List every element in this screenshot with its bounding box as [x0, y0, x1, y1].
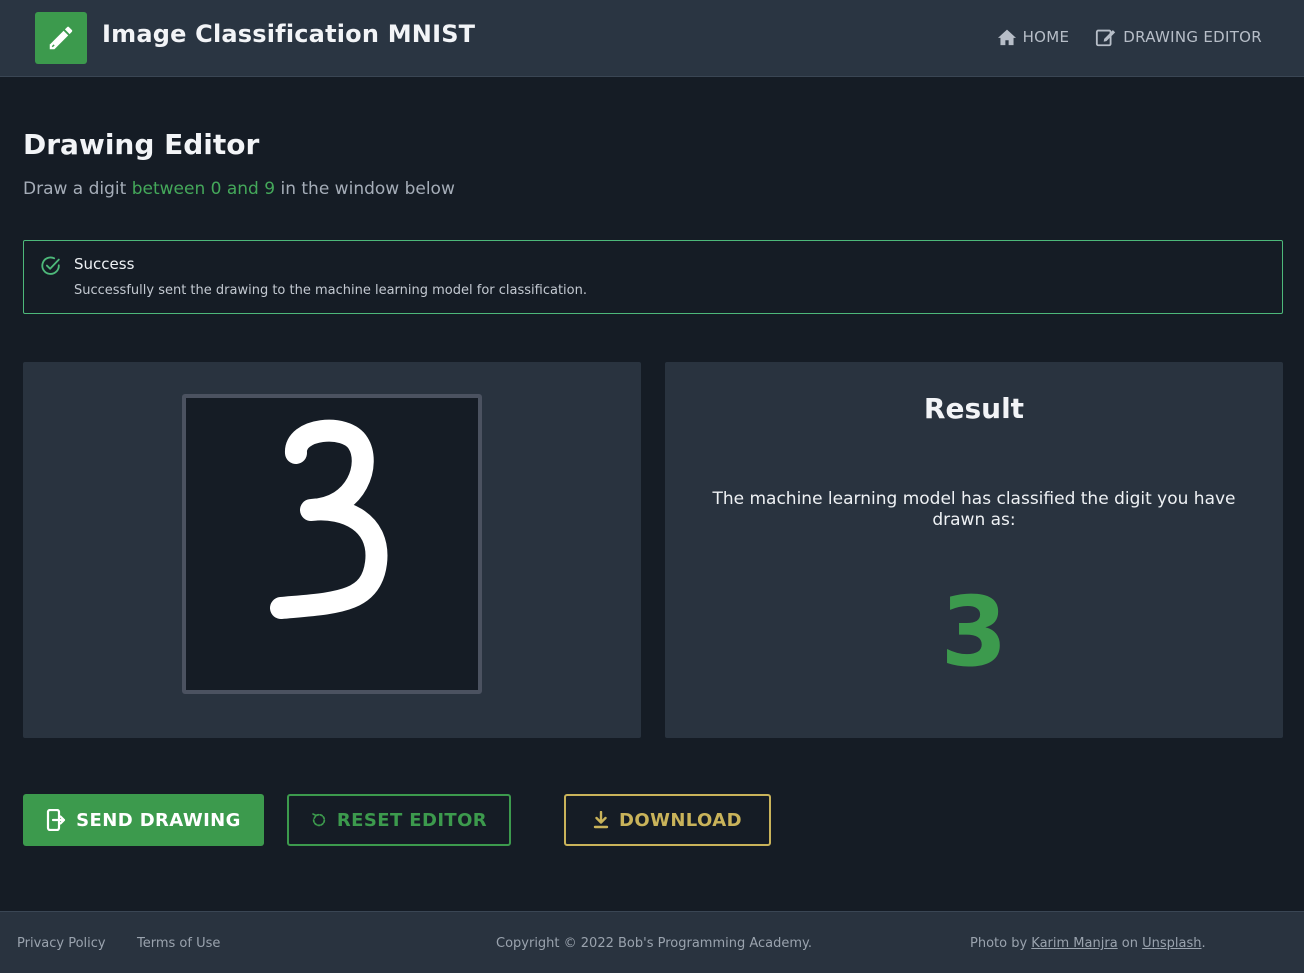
download-button[interactable]: DOWNLOAD	[564, 794, 771, 846]
drawn-digit-stroke	[270, 419, 388, 619]
photo-credit: Photo by Karim Manjra on Unsplash.	[970, 936, 1206, 951]
page-subtitle: Draw a digit between 0 and 9 in the wind…	[23, 179, 455, 199]
nav-drawing-editor-label: DRAWING EDITOR	[1123, 28, 1262, 46]
copyright-text: Copyright © 2022 Bob's Programming Acade…	[496, 936, 813, 951]
reset-editor-button[interactable]: RESET EDITOR	[287, 794, 511, 846]
download-label: DOWNLOAD	[619, 809, 742, 831]
download-icon	[593, 811, 609, 829]
alert-message: Successfully sent the drawing to the mac…	[74, 283, 587, 298]
send-drawing-button[interactable]: SEND DRAWING	[23, 794, 264, 846]
predicted-digit: 3	[940, 576, 1008, 688]
result-description: The machine learning model has classifie…	[712, 489, 1236, 530]
result-panel: Result The machine learning model has cl…	[665, 362, 1283, 738]
unsplash-link[interactable]: Unsplash	[1142, 936, 1201, 951]
subtitle-text-start: Draw a digit	[23, 179, 132, 199]
alert-title: Success	[74, 255, 135, 273]
send-drawing-label: SEND DRAWING	[76, 809, 241, 831]
drawing-canvas[interactable]	[182, 394, 482, 694]
check-circle-icon	[41, 256, 60, 275]
send-icon	[47, 809, 66, 831]
result-title: Result	[923, 392, 1025, 425]
top-navbar: Image Classification MNIST HOME DRAWING …	[0, 0, 1304, 77]
success-alert: Success Successfully sent the drawing to…	[23, 240, 1283, 314]
edit-icon	[1096, 29, 1116, 47]
subtitle-text-end: in the window below	[275, 179, 455, 199]
photo-credit-prefix: Photo by	[970, 936, 1032, 951]
app-logo[interactable]	[35, 12, 87, 64]
drawing-panel	[23, 362, 641, 738]
photographer-link[interactable]: Karim Manjra	[1031, 936, 1117, 951]
app-title: Image Classification MNIST	[102, 20, 476, 48]
reset-icon	[312, 813, 326, 827]
subtitle-highlight: between 0 and 9	[131, 179, 276, 199]
reset-editor-label: RESET EDITOR	[336, 809, 488, 831]
pencil-icon	[49, 26, 73, 50]
page-title: Drawing Editor	[23, 128, 260, 161]
photo-credit-on: on	[1117, 936, 1143, 951]
nav-drawing-editor[interactable]: DRAWING EDITOR	[1095, 26, 1262, 48]
photo-credit-period: .	[1201, 936, 1206, 951]
home-icon	[997, 29, 1016, 46]
terms-of-use-link[interactable]: Terms of Use	[137, 936, 220, 951]
page-footer: Privacy Policy Terms of Use Copyright © …	[0, 911, 1304, 973]
nav-home-label: HOME	[1022, 28, 1070, 46]
privacy-policy-link[interactable]: Privacy Policy	[17, 936, 106, 951]
main-nav: HOME DRAWING EDITOR	[997, 26, 1262, 48]
nav-home[interactable]: HOME	[997, 28, 1070, 46]
